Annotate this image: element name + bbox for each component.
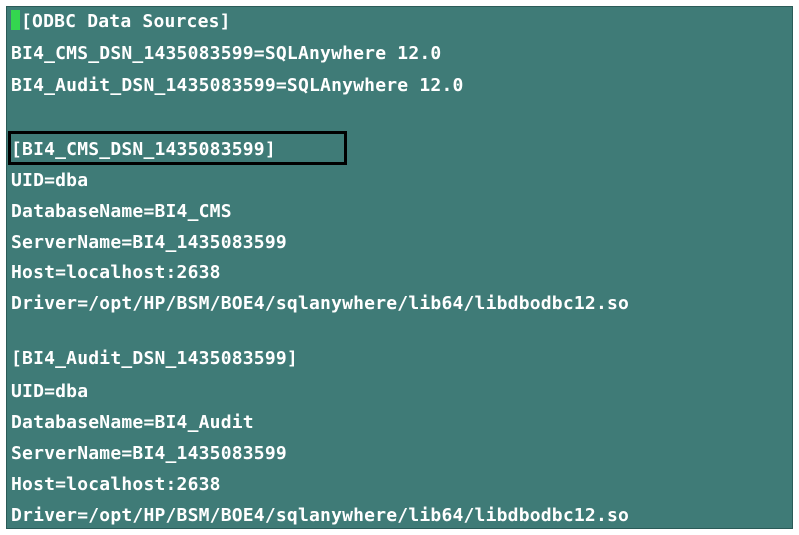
audit-server-name: ServerName=BI4_1435083599 <box>11 443 287 464</box>
cms-dsn-entry: BI4_CMS_DSN_1435083599=SQLAnywhere 12.0 <box>11 43 442 64</box>
audit-dsn-entry: BI4_Audit_DSN_1435083599=SQLAnywhere 12.… <box>11 75 464 96</box>
cms-uid: UID=dba <box>11 170 89 191</box>
audit-database-name: DatabaseName=BI4_Audit <box>11 412 254 433</box>
audit-driver: Driver=/opt/HP/BSM/BOE4/sqlanywhere/lib6… <box>11 505 630 526</box>
cms-server-name: ServerName=BI4_1435083599 <box>11 232 287 253</box>
cms-dsn-section-header: [BI4_CMS_DSN_1435083599] <box>11 139 276 160</box>
audit-uid: UID=dba <box>11 381 89 402</box>
odbc-data-sources-header: [ODBC Data Sources] <box>11 9 231 35</box>
cms-host: Host=localhost:2638 <box>11 262 221 283</box>
cms-database-name: DatabaseName=BI4_CMS <box>11 201 232 222</box>
text-cursor <box>11 10 20 30</box>
audit-host: Host=localhost:2638 <box>11 474 221 495</box>
terminal-window[interactable]: [ODBC Data Sources] BI4_CMS_DSN_14350835… <box>6 6 793 529</box>
odbc-header-text: [ODBC Data Sources] <box>21 11 231 32</box>
audit-dsn-section-header: [BI4_Audit_DSN_1435083599] <box>11 348 298 369</box>
cms-driver: Driver=/opt/HP/BSM/BOE4/sqlanywhere/lib6… <box>11 293 630 314</box>
